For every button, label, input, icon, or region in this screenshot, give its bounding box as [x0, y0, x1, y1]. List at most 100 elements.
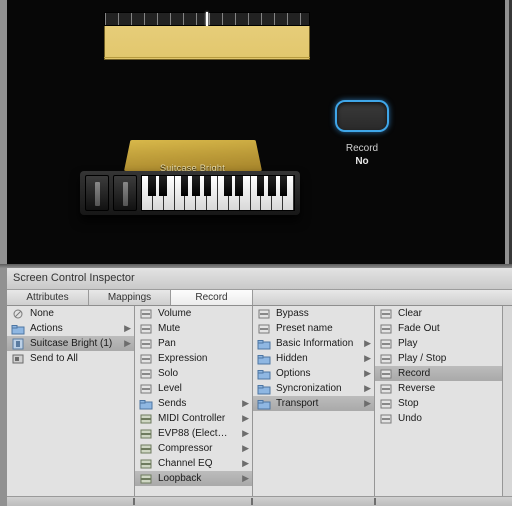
param-icon	[139, 368, 153, 380]
list-item[interactable]: Bypass	[253, 306, 374, 321]
region-divider	[104, 57, 310, 58]
param-icon	[379, 413, 393, 425]
software-instrument[interactable]: Suitcase Bright	[80, 125, 305, 215]
plugin-icon	[139, 443, 153, 455]
none-icon	[11, 308, 25, 320]
keyboard-keys[interactable]	[141, 175, 295, 211]
list-item[interactable]: MIDI Controller ▶	[135, 411, 252, 426]
record-screen-control: Record No	[332, 100, 392, 168]
list-item[interactable]: Undo	[375, 411, 502, 426]
list-item[interactable]: Pan	[135, 336, 252, 351]
list-item[interactable]: Options▶	[253, 366, 374, 381]
list-item-label: None	[30, 308, 131, 319]
param-icon	[257, 323, 271, 335]
record-value-text: No	[332, 155, 392, 168]
list-item-label: Syncronization	[276, 383, 358, 394]
track-region-block	[104, 12, 310, 60]
column-3: Clear Fade Out Play Play / Stop Record Revers…	[375, 306, 503, 496]
list-item-label: Loopback	[158, 473, 236, 484]
list-item[interactable]: Reverse	[375, 381, 502, 396]
chevron-right-icon: ▶	[363, 338, 371, 349]
param-icon	[139, 308, 153, 320]
folder-icon	[257, 398, 271, 410]
mod-wheel[interactable]	[113, 175, 137, 211]
list-item[interactable]: Hidden▶	[253, 351, 374, 366]
chevron-right-icon: ▶	[123, 338, 131, 349]
list-item[interactable]: EVP88 (Elect…▶	[135, 426, 252, 441]
chevron-right-icon: ▶	[123, 323, 131, 334]
list-item-label: Expression	[158, 353, 249, 364]
list-item[interactable]: Record	[375, 366, 502, 381]
chevron-right-icon: ▶	[241, 473, 249, 484]
action-icon	[11, 353, 25, 365]
horizontal-scroll-hint	[7, 496, 512, 506]
list-item[interactable]: Basic Information ▶	[253, 336, 374, 351]
param-icon	[139, 338, 153, 350]
inspector-columns: NoneActions▶Suitcase Bright (1)▶Send to …	[7, 306, 512, 496]
list-item-label: Sends	[158, 398, 236, 409]
folder-icon	[139, 398, 153, 410]
list-item-label: Record	[398, 368, 499, 379]
list-item[interactable]: Play	[375, 336, 502, 351]
list-item[interactable]: None	[7, 306, 134, 321]
list-item-label: Mute	[158, 323, 249, 334]
list-item[interactable]: Channel EQ▶	[135, 456, 252, 471]
param-icon	[379, 353, 393, 365]
list-item[interactable]: Play / Stop	[375, 351, 502, 366]
list-item[interactable]: Volume	[135, 306, 252, 321]
plugin-icon	[139, 458, 153, 470]
list-item[interactable]: Preset name	[253, 321, 374, 336]
chevron-right-icon: ▶	[241, 443, 249, 454]
chevron-right-icon: ▶	[241, 458, 249, 469]
record-caption-text: Record	[346, 143, 378, 154]
column-2: BypassPreset name Basic Information ▶ Hidde…	[253, 306, 375, 496]
list-item-label: MIDI Controller	[158, 413, 236, 424]
list-item[interactable]: Loopback ▶	[135, 471, 252, 486]
list-item[interactable]: Suitcase Bright (1)▶	[7, 336, 134, 351]
list-item[interactable]: Mute	[135, 321, 252, 336]
list-item[interactable]: Sends ▶	[135, 396, 252, 411]
plugin-icon	[139, 428, 153, 440]
param-icon	[139, 383, 153, 395]
list-item[interactable]: Transport▶	[253, 396, 374, 411]
list-item[interactable]: Expression	[135, 351, 252, 366]
list-item-label: Fade Out	[398, 323, 499, 334]
tab-record[interactable]: Record	[171, 290, 253, 305]
list-item[interactable]: Syncronization▶	[253, 381, 374, 396]
chevron-right-icon: ▶	[363, 368, 371, 379]
folder-icon	[257, 383, 271, 395]
list-item-label: Actions	[30, 323, 118, 334]
list-item[interactable]: Clear	[375, 306, 502, 321]
list-item-label: Volume	[158, 308, 249, 319]
list-item[interactable]: Stop	[375, 396, 502, 411]
list-item[interactable]: Level	[135, 381, 252, 396]
list-item-label: Play / Stop	[398, 353, 499, 364]
pitch-wheel[interactable]	[85, 175, 109, 211]
list-item-label: Basic Information	[276, 338, 358, 349]
list-item[interactable]: Solo	[135, 366, 252, 381]
midi-region[interactable]	[104, 26, 310, 60]
param-icon	[379, 398, 393, 410]
list-item-label: Level	[158, 383, 249, 394]
chevron-right-icon: ▶	[241, 398, 249, 409]
param-icon	[379, 368, 393, 380]
list-item[interactable]: Fade Out	[375, 321, 502, 336]
record-button[interactable]	[335, 100, 389, 132]
param-icon	[257, 308, 271, 320]
tab-attributes[interactable]: Attributes	[7, 290, 89, 305]
tab-mappings[interactable]: Mappings	[89, 290, 171, 305]
chevron-right-icon: ▶	[241, 413, 249, 424]
list-item[interactable]: Send to All	[7, 351, 134, 366]
list-item[interactable]: Actions ▶	[7, 321, 134, 336]
timeline-ruler[interactable]	[104, 12, 310, 26]
column-0: NoneActions▶Suitcase Bright (1)▶Send to …	[7, 306, 135, 496]
layout-canvas[interactable]: Record No Suitcase Bright	[7, 0, 505, 264]
list-item[interactable]: Compressor▶	[135, 441, 252, 456]
channel-icon	[11, 338, 25, 350]
chevron-right-icon: ▶	[241, 428, 249, 439]
playhead-icon[interactable]	[206, 12, 208, 26]
folder-icon	[257, 338, 271, 350]
list-item-label: Stop	[398, 398, 499, 409]
inspector-tabs: AttributesMappingsRecord	[7, 290, 512, 306]
list-item-label: Pan	[158, 338, 249, 349]
